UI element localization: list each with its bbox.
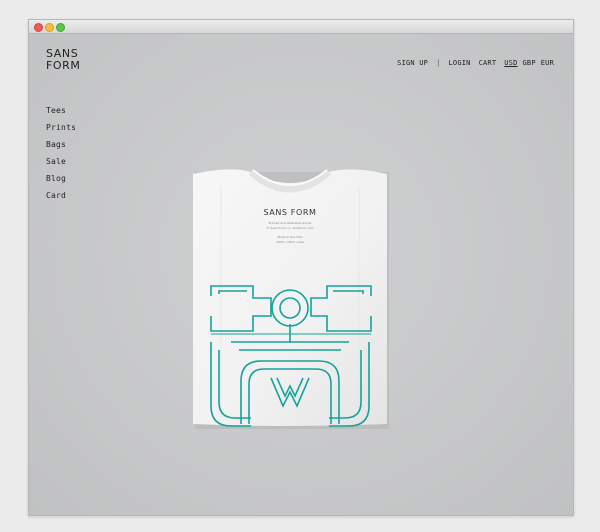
nav-separator: | [436,59,441,67]
neck-label-line-1: Printed and Wearable Goods [268,221,312,225]
close-window-button[interactable] [34,23,43,32]
neck-label-brand: SANS FORM [263,208,317,217]
browser-window: SANS FORM SIGN UP | LOGIN CART USD GBP E… [28,19,574,516]
currency-switcher: USD GBP EUR [504,59,554,67]
neck-label-line-4: 100% cotton / size [276,240,304,244]
currency-eur[interactable]: EUR [541,59,554,67]
tshirt-graphic [193,169,389,429]
site-logo[interactable]: SANS FORM [46,48,106,72]
minimize-window-button[interactable] [45,23,54,32]
category-navigation: Tees Prints Bags Sale Blog Card [46,106,76,200]
zoom-window-button[interactable] [56,23,65,32]
sidebar-item-blog[interactable]: Blog [46,174,76,183]
page: SANS FORM SIGN UP | LOGIN CART USD GBP E… [29,34,573,515]
top-navigation: SIGN UP | LOGIN CART USD GBP EUR [397,59,554,67]
currency-usd[interactable]: USD [504,59,517,67]
product-tshirt-image[interactable]: SANS FORM Printed and Wearable Goods © S… [191,166,389,429]
sidebar-item-prints[interactable]: Prints [46,123,76,132]
sign-up-link[interactable]: SIGN UP [397,59,428,67]
sidebar-item-card[interactable]: Card [46,191,76,200]
neck-label-line-3: Made in the USA [277,235,303,239]
sidebar-item-bags[interactable]: Bags [46,140,76,149]
sidebar-item-sale[interactable]: Sale [46,157,76,166]
currency-gbp[interactable]: GBP [523,59,536,67]
neck-label-line-2: © Sans Form co. sansform.com [266,226,314,230]
login-link[interactable]: LOGIN [449,59,471,67]
title-bar [29,20,573,34]
cart-link[interactable]: CART [479,59,497,67]
sidebar-item-tees[interactable]: Tees [46,106,76,115]
